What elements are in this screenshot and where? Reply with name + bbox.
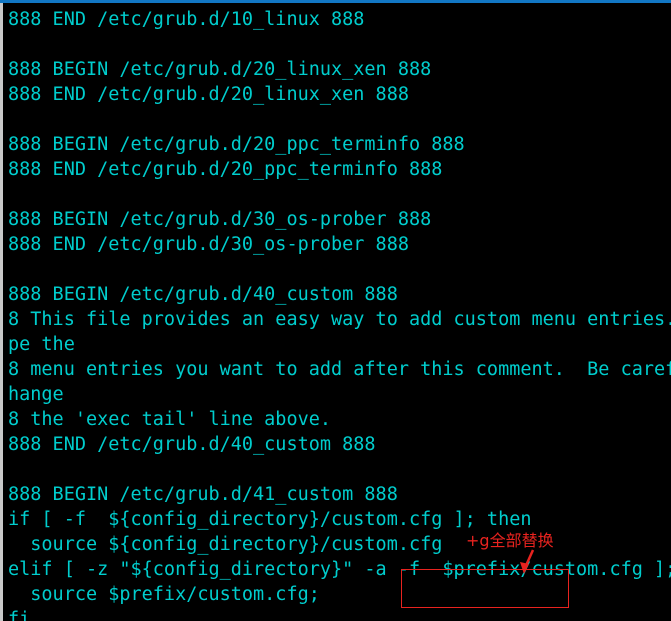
terminal-line: source $prefix/custom.cfg; xyxy=(8,584,320,605)
terminal-line: if [ -f ${config_directory}/custom.cfg ]… xyxy=(8,509,532,530)
terminal-line: 888 END /etc/grub.d/30_os-prober 888 xyxy=(8,234,409,255)
terminal-line: 888 BEGIN /etc/grub.d/41_custom 888 xyxy=(8,484,398,505)
terminal-line: 888 END /etc/grub.d/20_ppc_terminfo 888 xyxy=(8,159,443,180)
terminal-line: 888 BEGIN /etc/grub.d/40_custom 888 xyxy=(8,284,398,305)
terminal-line: 888 BEGIN /etc/grub.d/20_ppc_terminfo 88… xyxy=(8,134,465,155)
terminal-line: 888 END /etc/grub.d/20_linux_xen 888 xyxy=(8,84,409,105)
terminal-window[interactable]: 888 END /etc/grub.d/10_linux 888 888 BEG… xyxy=(0,0,671,621)
terminal-line: 888 END /etc/grub.d/10_linux 888 xyxy=(8,9,365,30)
terminal-output-area[interactable]: 888 END /etc/grub.d/10_linux 888 888 BEG… xyxy=(3,3,671,621)
terminal-line: 8 menu entries you want to add after thi… xyxy=(8,359,671,380)
terminal-line: 8 the 'exec tail' line above. xyxy=(8,409,332,430)
terminal-line: elif [ -z "${config_directory}" -a -f $p… xyxy=(8,559,671,580)
terminal-line: 888 BEGIN /etc/grub.d/20_linux_xen 888 xyxy=(8,59,432,80)
terminal-line: source ${config_directory}/custom.cfg xyxy=(8,534,443,555)
terminal-line: 888 BEGIN /etc/grub.d/30_os-prober 888 xyxy=(8,209,432,230)
terminal-line: 8 This file provides an easy way to add … xyxy=(8,309,671,330)
terminal-line: pe the xyxy=(8,334,75,355)
annotation-label: +g全部替换 xyxy=(466,531,554,550)
terminal-line: fi xyxy=(8,609,31,621)
terminal-line: 888 END /etc/grub.d/40_custom 888 xyxy=(8,434,376,455)
terminal-line: hange xyxy=(8,384,64,405)
